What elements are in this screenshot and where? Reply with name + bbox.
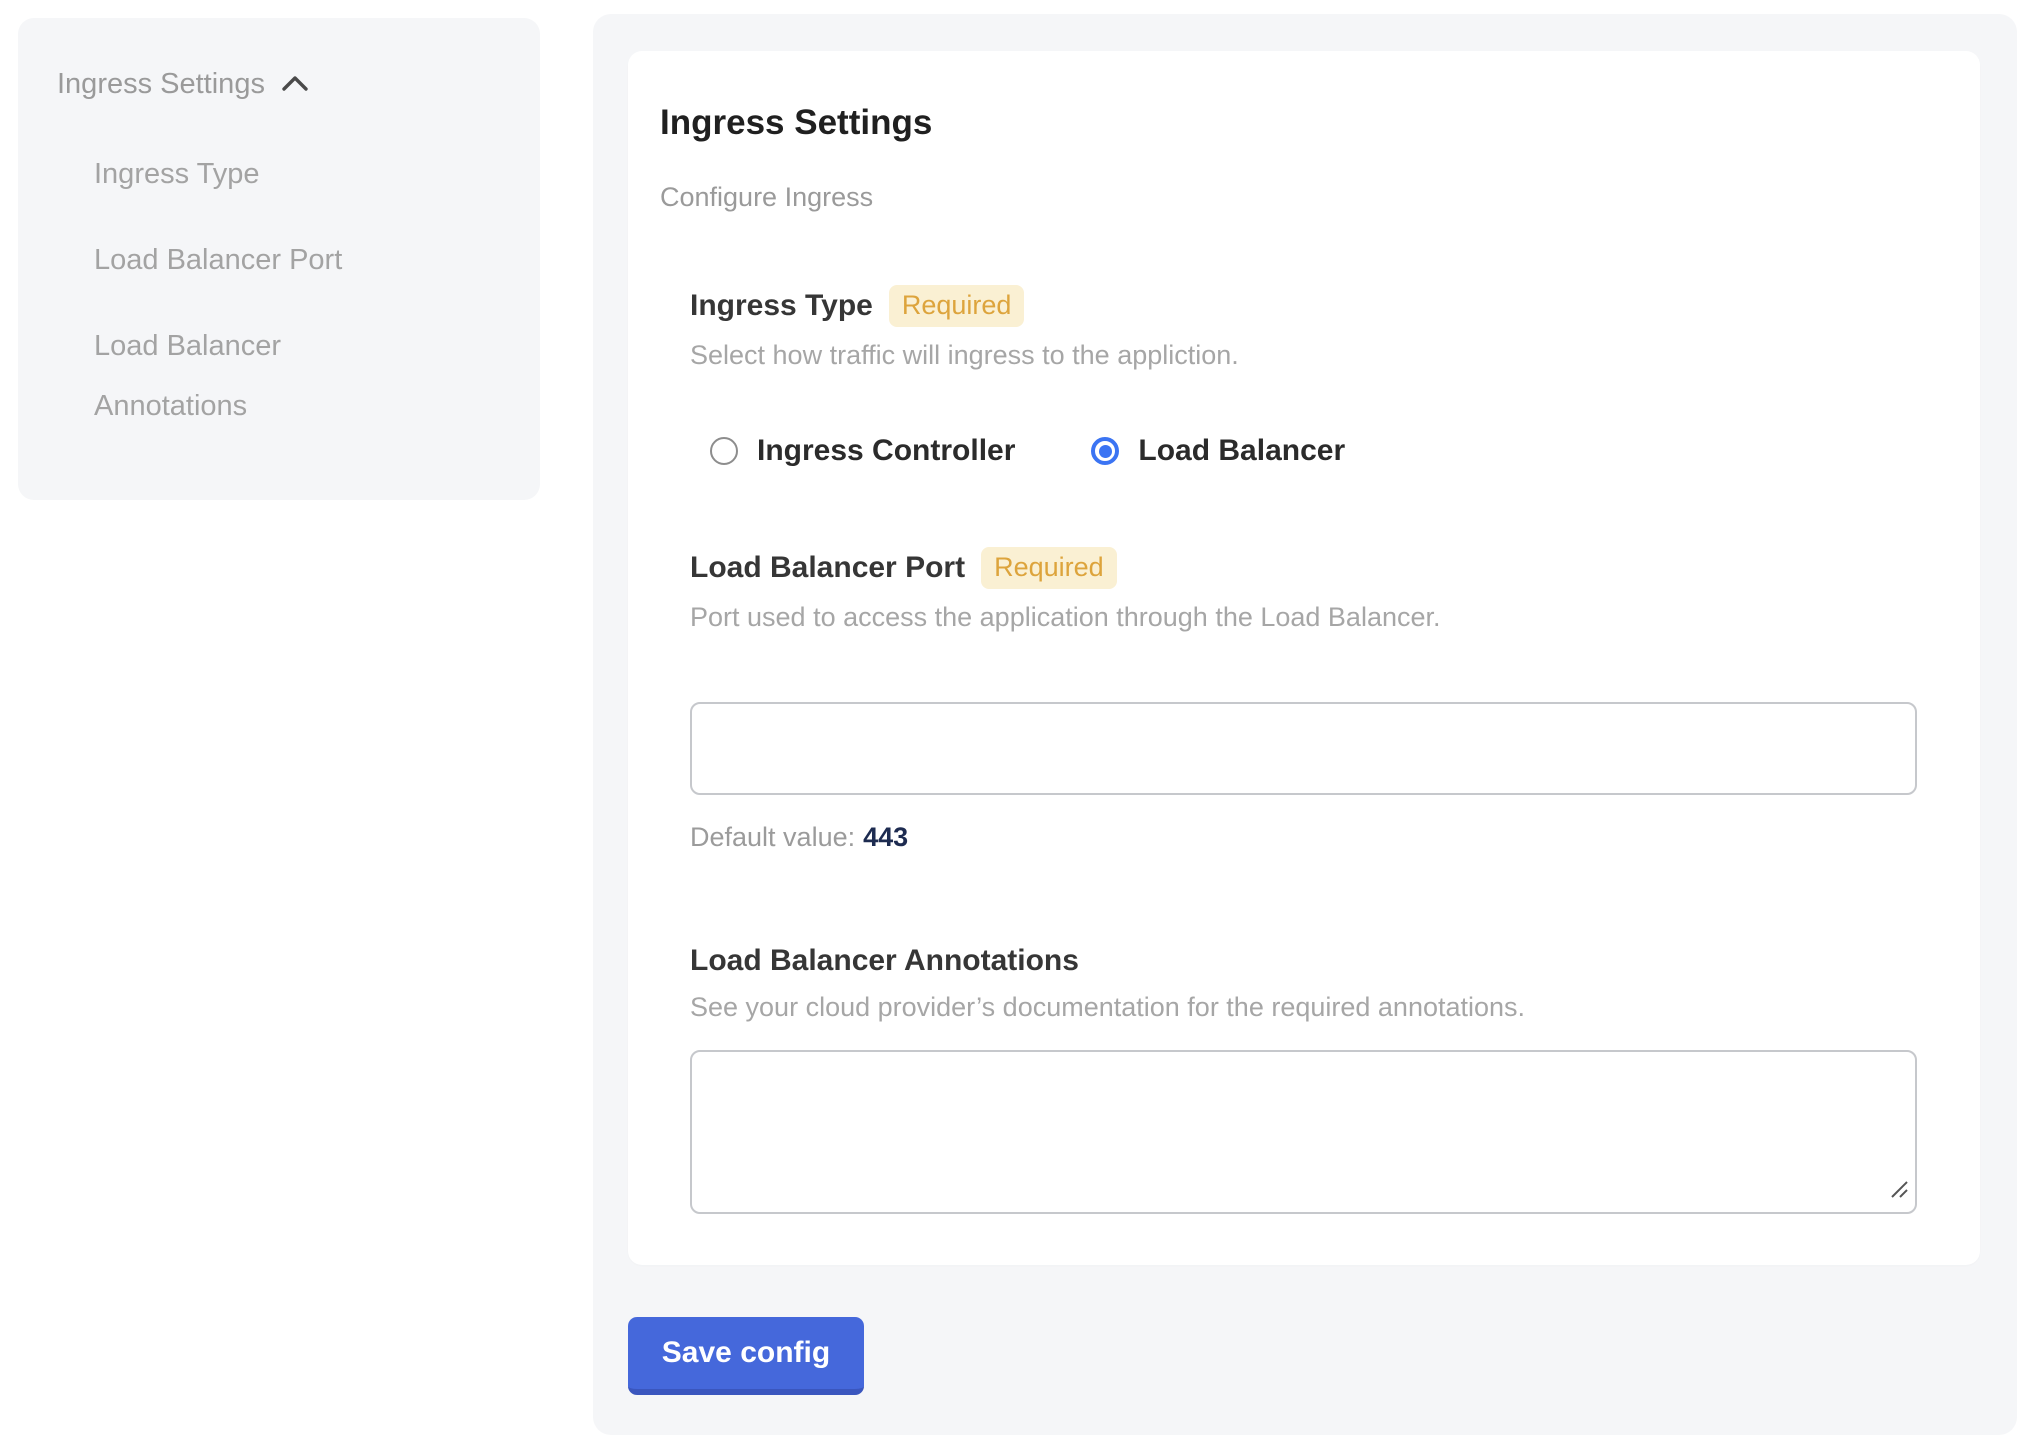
settings-sidebar: Ingress Settings Ingress Type Load Balan… [18,18,540,500]
sidebar-item-list: Ingress Type Load Balancer Port Load Bal… [94,144,500,436]
load-balancer-port-input[interactable] [690,702,1917,795]
ingress-type-radio-group: Ingress Controller Load Balancer [710,433,1917,469]
page-subtitle: Configure Ingress [660,181,1917,213]
load-balancer-annotations-textarea[interactable] [690,1050,1917,1214]
load-balancer-annotations-label: Load Balancer Annotations [690,943,1079,979]
default-value-label: Default value: [690,822,855,852]
page-title: Ingress Settings [660,103,1917,143]
radio-unselected-icon[interactable] [710,437,738,465]
sidebar-item-load-balancer-port[interactable]: Load Balancer Port [94,230,424,290]
load-balancer-port-label: Load Balancer Port [690,550,965,586]
load-balancer-port-heading-row: Load Balancer Port Required [690,547,1917,589]
radio-label-ingress-controller[interactable]: Ingress Controller [757,433,1015,469]
form-sections: Ingress Type Required Select how traffic… [690,285,1917,1214]
required-badge: Required [981,547,1117,589]
chevron-up-icon [281,74,309,94]
load-balancer-annotations-heading-row: Load Balancer Annotations [690,943,1917,979]
sidebar-group-label: Ingress Settings [57,64,265,104]
ingress-type-label: Ingress Type [690,288,873,324]
default-value: 443 [863,822,908,852]
required-badge: Required [889,285,1025,327]
ingress-settings-card: Ingress Settings Configure Ingress Ingre… [628,51,1980,1265]
radio-option-load-balancer[interactable]: Load Balancer [1091,433,1345,469]
annotations-textarea-wrap [690,1050,1917,1214]
radio-option-ingress-controller[interactable]: Ingress Controller [710,433,1015,469]
sidebar-group-ingress-settings[interactable]: Ingress Settings [57,64,500,104]
save-config-button[interactable]: Save config [628,1317,864,1395]
ingress-type-heading-row: Ingress Type Required [690,285,1917,327]
radio-dot [1099,445,1112,458]
radio-label-load-balancer[interactable]: Load Balancer [1138,433,1345,469]
ingress-type-description: Select how traffic will ingress to the a… [690,339,1917,371]
default-value-line: Default value: 443 [690,821,1917,853]
load-balancer-annotations-description: See your cloud provider’s documentation … [690,991,1917,1023]
main-panel: Ingress Settings Configure Ingress Ingre… [593,14,2017,1435]
sidebar-item-ingress-type[interactable]: Ingress Type [94,144,424,204]
load-balancer-port-description: Port used to access the application thro… [690,601,1917,633]
sidebar-item-load-balancer-annotations[interactable]: Load Balancer Annotations [94,316,424,436]
radio-selected-icon[interactable] [1091,437,1119,465]
